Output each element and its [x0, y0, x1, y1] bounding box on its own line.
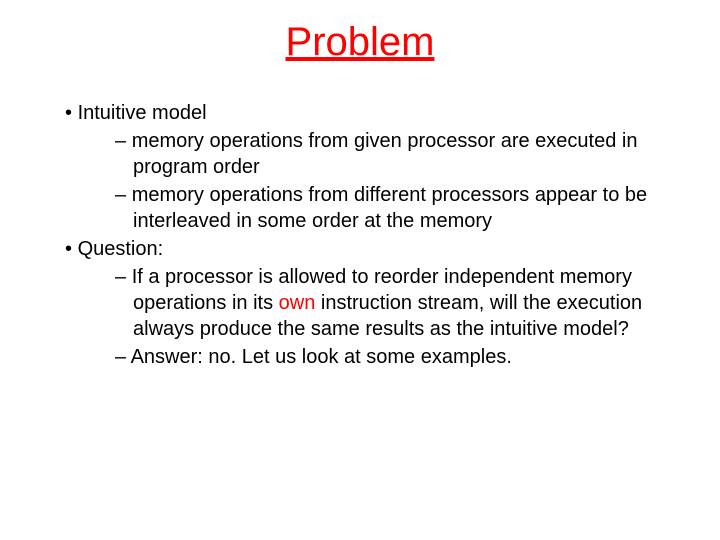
slide-content: Intuitive model memory operations from g… — [45, 100, 675, 370]
list-item: Question: — [45, 236, 675, 262]
list-item: If a processor is allowed to reorder ind… — [45, 264, 675, 342]
page-title: Problem — [45, 20, 675, 65]
list-item: Answer: no. Let us look at some examples… — [45, 344, 675, 370]
emphasis-word: own — [279, 292, 316, 314]
list-item: Intuitive model — [45, 100, 675, 126]
list-item: memory operations from given processor a… — [45, 128, 675, 180]
list-item: memory operations from different process… — [45, 182, 675, 234]
